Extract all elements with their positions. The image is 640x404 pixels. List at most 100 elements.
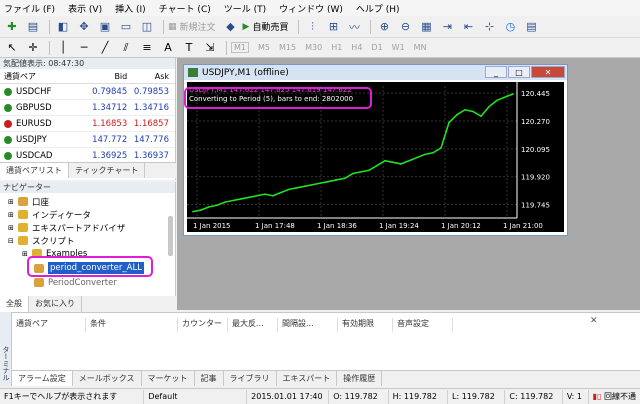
market-row-gbpusd[interactable]: GBPUSD 1.34712 1.34716 [0,100,175,116]
terminal-tab-6[interactable]: 操作履歴 [337,371,383,386]
menu-help[interactable]: ヘルプ (H) [356,2,400,15]
market-row-usdjpy[interactable]: USDJPY 147.772 147.776 [0,132,175,148]
menu-insert[interactable]: 挿入 (I) [115,2,146,15]
new-order-button[interactable]: ▦ 新規注文 [168,20,216,34]
auto-trading-button[interactable]: ▶ 自動売買 [243,20,289,34]
close-button[interactable]: ✕ [531,66,565,78]
alerts-header-5[interactable]: 有効期限 [338,318,393,332]
cursor-icon[interactable]: ↖ [3,40,21,56]
expand-icon[interactable]: ⊞ [8,224,16,232]
terminal-tab-1[interactable]: メールボックス [73,371,142,386]
price-point [440,147,442,149]
crosshair-icon[interactable]: ✛ [24,40,42,56]
timeframe-w1[interactable]: W1 [392,43,405,52]
price-point [472,110,474,113]
menu-view[interactable]: 表示 (V) [68,2,102,15]
nav-accounts[interactable]: ⊞ 口座 [0,195,175,208]
bar-chart-icon[interactable]: ⫶ [303,19,321,35]
timeframe-m30[interactable]: M30 [305,43,322,52]
tester-icon[interactable]: ◫ [138,19,156,35]
terminal-tab-5[interactable]: エキスパート [277,371,338,386]
x-tick-label: 1 Jan 21:00 [503,222,543,230]
symbol-cell: EURUSD [0,119,87,129]
terminal-tab-4[interactable]: ライブラリ [224,371,277,386]
timeframe-d1[interactable]: D1 [371,43,382,52]
maximize-button[interactable]: □ [508,66,530,78]
indicators-icon[interactable]: ⊹ [480,19,498,35]
alerts-header-3[interactable]: 最大反... [228,318,278,332]
periods-icon[interactable]: ◷ [501,19,519,35]
alerts-header-0[interactable]: 通貨ペア [12,318,86,332]
terminal-tabs: アラーム設定 メールボックス マーケット 記事 ライブラリ エキスパート 操作履歴 [12,370,640,386]
profiles-icon[interactable]: ▤ [24,19,42,35]
expand-icon[interactable]: ⊞ [8,211,16,219]
channel-icon[interactable]: ⫽ [117,40,135,56]
tab-common[interactable]: 全般 [0,296,29,312]
chart-shift-icon[interactable]: ⇤ [459,19,477,35]
terminal-close-icon[interactable]: ✕ [590,316,598,326]
autoscroll-icon[interactable]: ⇥ [438,19,456,35]
header-bid[interactable]: Bid [87,72,131,81]
timeframe-m1[interactable]: M1 [231,42,249,53]
horizontal-line-icon[interactable]: ─ [75,40,93,56]
zoom-out-icon[interactable]: ⊖ [396,19,414,35]
line-chart-icon[interactable]: 〰 [345,19,363,35]
y-tick-label: 119.920 [521,174,550,182]
tab-favorites[interactable]: お気に入り [29,296,82,312]
timeframe-m5[interactable]: M5 [258,43,270,52]
label-icon[interactable]: T [180,40,198,56]
fibonacci-icon[interactable]: ≡ [138,40,156,56]
menu-tools[interactable]: ツール (T) [224,2,266,15]
navigator-icon[interactable]: ▣ [96,19,114,35]
alerts-header-1[interactable]: 条件 [86,318,178,332]
status-low: L: 119.782 [448,389,506,404]
menu-window[interactable]: ウィンドウ (W) [279,2,343,15]
terminal-tab-0[interactable]: アラーム設定 [12,371,73,386]
x-tick-label: 1 Jan 20:12 [441,222,481,230]
tab-tick-chart[interactable]: ティックチャート [69,163,146,178]
alerts-header-6[interactable]: 音声設定 [393,318,453,332]
menu-file[interactable]: ファイル (F) [4,2,55,15]
terminal-icon[interactable]: ▭ [117,19,135,35]
collapse-icon[interactable]: ⊟ [8,237,16,245]
expand-icon[interactable]: ⊞ [8,198,16,206]
alerts-header-2[interactable]: カウンター [178,318,228,332]
market-watch-icon[interactable]: ◧ [54,19,72,35]
terminal-tab-2[interactable]: マーケット [142,371,195,386]
market-row-usdchf[interactable]: USDCHF 0.79845 0.79853 [0,84,175,100]
navigator-scrollbar[interactable] [168,216,173,256]
candlestick-icon[interactable]: ⊞ [324,19,342,35]
timeframe-h1[interactable]: H1 [331,43,342,52]
tab-symbols[interactable]: 通貨ペアリスト [0,163,69,178]
vertical-line-icon[interactable]: │ [54,40,72,56]
metaeditor-icon[interactable]: ◆ [222,19,240,35]
tile-windows-icon[interactable]: ▦ [417,19,435,35]
nav-period-converter[interactable]: PeriodConverter [0,276,175,289]
timeframe-m15[interactable]: M15 [279,43,296,52]
market-row-eurusd[interactable]: EURUSD 1.16853 1.16857 [0,116,175,132]
data-window-icon[interactable]: ✥ [75,19,93,35]
menu-chart[interactable]: チャート (C) [159,2,211,15]
status-high: H: 119.782 [389,389,449,404]
header-symbol[interactable]: 通貨ペア [0,71,87,82]
timeframe-h4[interactable]: H4 [351,43,362,52]
terminal-side-handle[interactable]: ターミナル [0,312,12,386]
arrows-icon[interactable]: ⇲ [201,40,219,56]
symbol-name: EURUSD [16,118,52,129]
nav-indicators[interactable]: ⊞ インディケータ [0,208,175,221]
new-chart-icon[interactable]: ✚ [3,19,21,35]
trendline-icon[interactable]: ╱ [96,40,114,56]
alerts-header-4[interactable]: 間隔設... [278,318,338,332]
symbol-cell: GBPUSD [0,103,87,113]
minimize-button[interactable]: _ [485,66,507,78]
terminal-tab-3[interactable]: 記事 [195,371,224,386]
zoom-in-icon[interactable]: ⊕ [375,19,393,35]
header-ask[interactable]: Ask [131,72,175,81]
x-tick-label: 1 Jan 18:36 [317,222,357,230]
chart-window-titlebar[interactable]: USDJPY,M1 (offline) _ □ ✕ [184,65,567,80]
nav-scripts[interactable]: ⊟ スクリプト [0,234,175,247]
nav-expert-advisors[interactable]: ⊞ エキスパートアドバイザ [0,221,175,234]
templates-icon[interactable]: ▤ [522,19,540,35]
text-icon[interactable]: A [159,40,177,56]
timeframe-mn[interactable]: MN [414,43,427,52]
